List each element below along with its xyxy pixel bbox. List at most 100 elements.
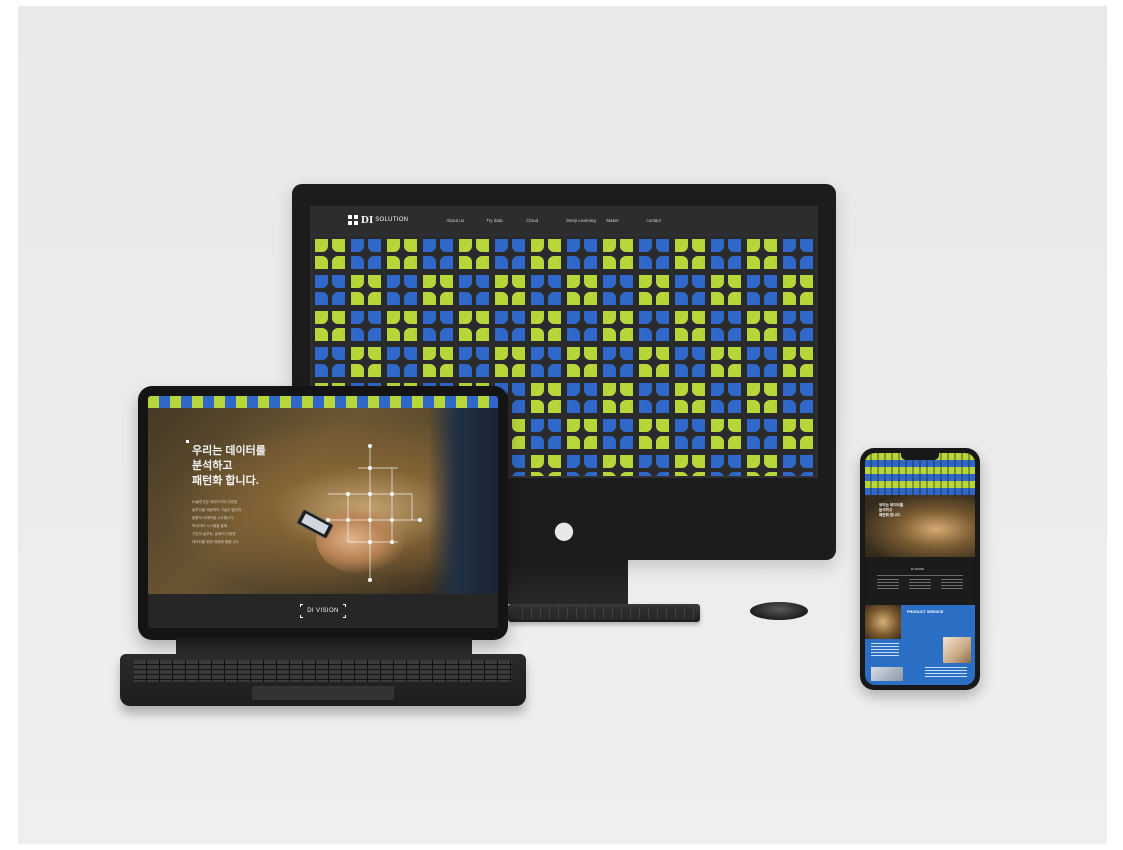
nav-cloud[interactable]: Cloud [526,218,566,223]
hero-heading: 우리는 데이터를 분석하고 패턴화 합니다. [192,445,266,487]
logo-di-text: DI [361,214,374,226]
hero-body-text: DI솔루션은 데이터가의 다양한 솔루션을 제공하여 기술이 발전과 통합적 이… [192,498,282,546]
divider [877,575,963,576]
pattern-tile [780,344,816,380]
pattern-tile [564,344,600,380]
hero-image: 우리는 데이터를 분석하고 패턴화 합니다. DI솔루션은 데이터가의 다양한 … [148,408,498,594]
pattern-tile [528,416,564,452]
pattern-tile [420,272,456,308]
pattern-tile [492,344,528,380]
pattern-tile [492,308,528,344]
pattern-tile [528,380,564,416]
pattern-tile [672,272,708,308]
pattern-tile [744,344,780,380]
iphone-notch [901,453,939,460]
pattern-tile [348,344,384,380]
pattern-tile [672,416,708,452]
pattern-tile [312,344,348,380]
pattern-tile [420,344,456,380]
imac-stand [508,560,628,604]
pattern-tile [420,308,456,344]
di-vision-label[interactable]: DI VISION [300,604,346,618]
pattern-tile [780,236,816,272]
pattern-tile [312,272,348,308]
body-line: 기업의 솔루트, 분배의 다양한 [192,532,236,536]
pattern-tile [636,452,672,476]
pattern-tile [600,236,636,272]
pattern-tile [708,380,744,416]
body-line: 빅데이터 시스템을 통해 [192,524,228,528]
magic-keyboard [120,654,526,706]
pattern-tile [708,452,744,476]
pattern-tile [492,272,528,308]
desktop-keyboard [508,604,700,622]
pattern-tile [744,236,780,272]
pattern-tile [348,272,384,308]
nav-try-data[interactable]: Try data [486,218,526,223]
logo-mark-icon [348,215,358,225]
body-line: 통합적 이해력을 시도합니다. [192,516,235,520]
pattern-strip [148,396,498,408]
pattern-tile [744,380,780,416]
pattern-tile [384,308,420,344]
body-line: 솔루션을 제공하여 기술이 발전과 [192,508,242,512]
pattern-tile [600,416,636,452]
sleeve-shape [428,408,498,594]
pattern-tile [672,380,708,416]
pattern-tile [564,452,600,476]
pattern-tile [312,236,348,272]
ipad-device: 우리는 데이터를 분석하고 패턴화 합니다. DI솔루션은 데이터가의 다양한 … [138,386,508,640]
nav-about-us[interactable]: About us [446,218,486,223]
pattern-tile [708,236,744,272]
main-nav: About us Try data Cloud Deep Learning Ma… [446,218,686,223]
pattern-tile [348,236,384,272]
vision-columns [877,579,963,591]
nav-contact[interactable]: contact [646,218,686,223]
pattern-tile [564,308,600,344]
pattern-tile [528,236,564,272]
pattern-tile [456,308,492,344]
mobile-vision-section: DI VISION [865,557,975,605]
pattern-tile [780,380,816,416]
di-vision-text: DI VISION [307,608,339,614]
pattern-tile [528,344,564,380]
pattern-tile [780,308,816,344]
pattern-tile [600,344,636,380]
pattern-tile [744,452,780,476]
site-header: DI SOLUTION About us Try data Cloud Deep… [310,206,818,234]
iphone-device: 우리는 데이터를 분석하고 패턴화 합니다. DI VISION PRODUCT… [860,448,980,690]
mobile-hero-heading: 우리는 데이터를 분석하고 패턴화 합니다. [879,503,904,517]
desktop-mouse [750,602,808,620]
pattern-tile [672,308,708,344]
pattern-tile [456,272,492,308]
pattern-tile [672,344,708,380]
pattern-tile [456,236,492,272]
pattern-tile [600,308,636,344]
pattern-tile [636,236,672,272]
pattern-tile [708,308,744,344]
pattern-tile [708,344,744,380]
di-solution-logo[interactable]: DI SOLUTION [348,214,408,226]
nav-maker[interactable]: Maker [606,218,646,223]
data-grid-graphic [322,444,432,584]
apple-logo-icon: ● [553,516,575,544]
iphone-screen: 우리는 데이터를 분석하고 패턴화 합니다. DI VISION PRODUCT… [865,453,975,685]
pattern-tile [708,272,744,308]
pattern-tile [600,272,636,308]
pattern-tile [384,344,420,380]
pattern-tile [744,416,780,452]
product-photo [943,637,971,663]
pattern-tile [708,416,744,452]
trackpad [252,686,394,700]
product-service-heading: PRODUCT SERVICE [907,610,944,614]
product-text [925,667,967,679]
pattern-tile [384,272,420,308]
pattern-tile [528,272,564,308]
pattern-tile [564,380,600,416]
pattern-tile [780,416,816,452]
pattern-tile [456,344,492,380]
pattern-tile [780,272,816,308]
pattern-tile [564,236,600,272]
nav-deep-learning[interactable]: Deep Learning [566,218,606,223]
vision-section: DI VISION [148,594,498,628]
